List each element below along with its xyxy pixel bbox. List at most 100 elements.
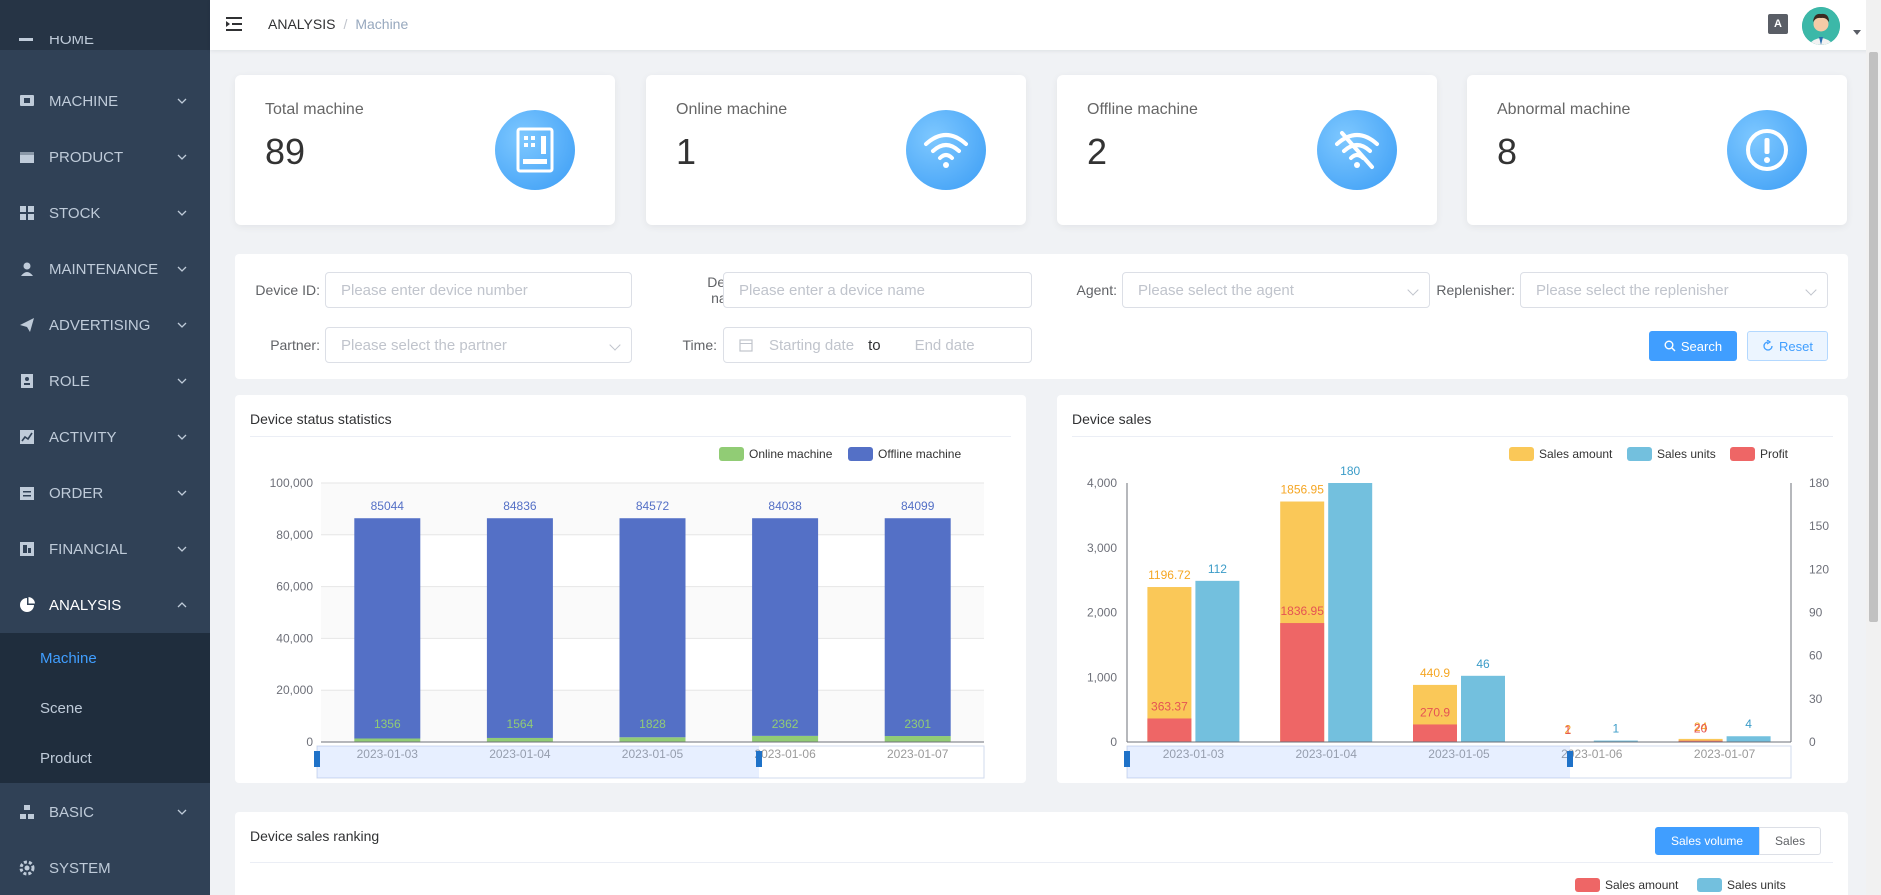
sidebar-item-basic[interactable]: BASIC: [0, 784, 210, 840]
legend-swatch-offline: [848, 447, 873, 461]
zoom-handle-left: [314, 751, 320, 767]
calendar-icon: [739, 339, 753, 352]
sidebar-item-label: HOME: [49, 36, 94, 48]
bar-profit: [1280, 623, 1325, 742]
agent-label: Agent:: [1076, 282, 1117, 298]
bar-sales-units: [1726, 736, 1771, 742]
data-label-profit: 363.37: [1151, 699, 1188, 713]
reset-button[interactable]: Reset: [1747, 331, 1828, 361]
card-title: Abnormal machine: [1497, 101, 1631, 118]
scrollbar-thumb[interactable]: [1869, 52, 1878, 622]
sidebar-subitem-scene[interactable]: Scene: [0, 683, 210, 733]
breadcrumb-current: Machine: [355, 16, 409, 32]
home-icon: [19, 38, 33, 41]
device-name-input[interactable]: Please enter a device name: [723, 272, 1032, 308]
zoom-handle-right: [1567, 751, 1573, 767]
bar-offline: [884, 518, 951, 737]
chevron-down-icon: [177, 322, 187, 328]
bar-sales-units: [1328, 483, 1373, 742]
language-icon-label: A: [1774, 18, 1782, 30]
device-status-chart: 0 20,000 40,000 60,000 80,000 100,000 85044 135…: [270, 447, 985, 779]
ranking-toggle: Sales volume Sales: [1655, 827, 1822, 855]
agent-placeholder: Please select the agent: [1138, 281, 1294, 299]
partner-select[interactable]: Please select the partner: [325, 327, 632, 363]
sidebar-subitem-product[interactable]: Product: [0, 733, 210, 783]
sidebar-item-role[interactable]: ROLE: [0, 353, 210, 409]
chevron-down-icon: [177, 266, 187, 272]
y-tick-label-right: 0: [1809, 735, 1816, 749]
sidebar-item-advertising[interactable]: ADVERTISING: [0, 297, 210, 353]
bar-online: [619, 737, 686, 742]
sidebar-item-system[interactable]: SYSTEM: [0, 840, 210, 895]
sidebar-item-order[interactable]: ORDER: [0, 465, 210, 521]
data-label-online: 2362: [772, 717, 799, 731]
tab-sales[interactable]: Sales: [1759, 827, 1822, 855]
card-value: 89: [265, 131, 306, 172]
chevron-down-icon: [1805, 284, 1817, 296]
sidebar-item-activity[interactable]: ACTIVITY: [0, 409, 210, 465]
bar-offline: [752, 518, 819, 736]
data-label-sales-units: 112: [1208, 562, 1227, 576]
card-title: Offline machine: [1087, 101, 1198, 118]
machine-icon: [20, 95, 34, 106]
stat-card-online: Online machine 1: [646, 75, 1026, 225]
basic-icon: [20, 805, 34, 819]
legend-label: Sales amount: [1605, 878, 1679, 892]
y-tick-label-left: 0: [1110, 735, 1117, 749]
data-label-offline: 84572: [636, 499, 670, 513]
sidebar-item-analysis[interactable]: ANALYSIS: [0, 577, 210, 633]
legend-label: Sales amount: [1539, 447, 1613, 461]
sidebar-item-product[interactable]: PRODUCT: [0, 129, 210, 185]
sidebar-item-financial[interactable]: FINANCIAL: [0, 521, 210, 577]
legend-label: Sales units: [1657, 447, 1716, 461]
start-date-input[interactable]: Starting date: [769, 337, 854, 354]
date-range-picker[interactable]: Starting date to End date: [723, 327, 1032, 363]
agent-select[interactable]: Please select the agent: [1122, 272, 1430, 308]
advertising-icon: [20, 318, 34, 332]
sidebar-subitem-machine[interactable]: Machine: [0, 633, 210, 683]
breadcrumb-item[interactable]: ANALYSIS: [268, 16, 335, 32]
ranking-legend: Sales amount Sales units: [1575, 878, 1786, 892]
replenisher-label: Replenisher:: [1436, 282, 1515, 298]
hamburger-icon[interactable]: [226, 16, 244, 32]
replenisher-select[interactable]: Please select the replenisher: [1520, 272, 1828, 308]
top-navbar: ANALYSIS / Machine A: [210, 0, 1881, 50]
tab-sales-volume[interactable]: Sales volume: [1655, 827, 1760, 855]
data-label-sales-units: 4: [1745, 717, 1752, 731]
caret-down-icon[interactable]: [1853, 30, 1861, 35]
device-ranking-panel: Device sales ranking Sales volume Sales …: [235, 812, 1848, 895]
partner-placeholder: Please select the partner: [341, 336, 507, 354]
sidebar-item-home[interactable]: HOME: [0, 0, 210, 50]
search-button[interactable]: Search: [1649, 331, 1737, 361]
language-icon[interactable]: A: [1768, 14, 1788, 34]
data-label-sales-amount: 1856.95: [1281, 483, 1325, 497]
data-label-sales-units: 46: [1476, 657, 1490, 671]
zoom-slider-window: [317, 746, 759, 778]
device-sales-chart: 01,0002,0003,0004,0000306090120150180119…: [1087, 447, 1829, 779]
data-label-offline: 84099: [901, 499, 935, 513]
sidebar-item-stock[interactable]: STOCK: [0, 185, 210, 241]
bar-sales-units: [1461, 675, 1505, 742]
sidebar-item-label: FINANCIAL: [49, 540, 128, 558]
data-label-offline: 84038: [768, 499, 802, 513]
sidebar-item-machine[interactable]: MACHINE: [0, 73, 210, 129]
sidebar-item-label: ANALYSIS: [49, 596, 122, 614]
data-label-online: 1564: [507, 717, 534, 731]
user-avatar-icon: [1802, 7, 1840, 45]
avatar[interactable]: [1802, 7, 1840, 45]
data-label-offline: 84836: [503, 499, 537, 513]
reset-button-label: Reset: [1779, 338, 1813, 354]
end-date-input[interactable]: End date: [915, 337, 975, 354]
activity-icon: [20, 430, 34, 444]
legend-label: Profit: [1760, 447, 1789, 461]
search-icon: [1664, 340, 1676, 352]
device-id-input[interactable]: Please enter device number: [325, 272, 632, 308]
sidebar-item-maintenance[interactable]: MAINTENANCE: [0, 241, 210, 297]
y-tick-label-right: 60: [1809, 649, 1823, 663]
legend-swatch-profit: [1730, 447, 1755, 461]
zoom-slider-window: [1127, 746, 1570, 778]
chevron-down-icon: [177, 546, 187, 552]
legend-swatch-sales-amount: [1575, 878, 1600, 892]
data-label-online: 1356: [374, 717, 401, 731]
data-label-profit: 1836.95: [1281, 604, 1325, 618]
